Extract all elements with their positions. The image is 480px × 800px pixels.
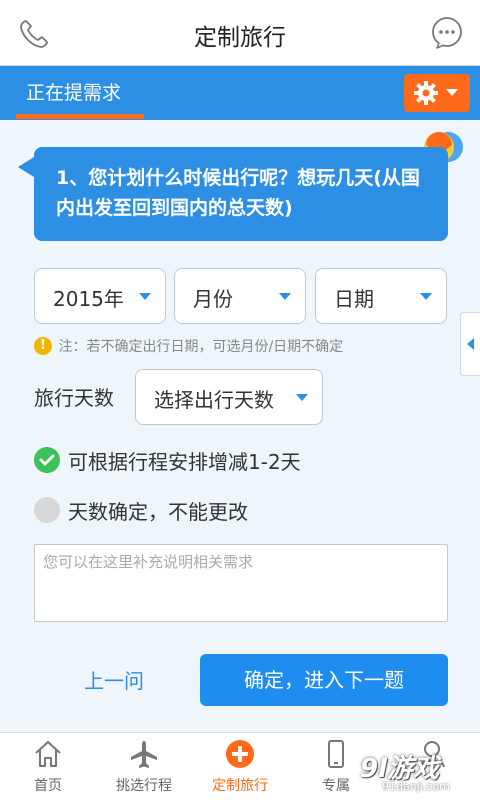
caret-down-icon [279,293,291,300]
month-select[interactable]: 月份 [174,268,306,324]
nav-label: 定制旅行 [212,778,268,794]
settings-dropdown-button[interactable] [404,74,470,112]
year-select-value: 2015年 [53,287,124,311]
option-flexible-days[interactable]: 可根据行程安排增减1-2天 [34,446,354,476]
option-fixed-days-label: 天数确定，不能更改 [68,500,248,524]
home-icon [35,741,61,767]
active-tab-indicator [16,114,144,119]
watermark-domain: 91danji.com [382,780,450,793]
chat-bubble-icon[interactable] [430,16,464,50]
site-watermark: 9l游戏 91danji.com [360,748,478,798]
travel-days-select[interactable]: 选择出行天数 [135,369,323,425]
chevron-down-icon [446,89,458,96]
date-note: ! 注：若不确定出行日期，可选月份/日期不确定 [34,336,343,356]
nav-item-custom-travel[interactable]: 定制旅行 [192,733,288,800]
caret-down-icon [420,293,432,300]
tab-bar: 正在提需求 [0,66,480,120]
date-note-text: 注：若不确定出行日期，可选月份/日期不确定 [58,339,344,355]
side-drawer-handle[interactable] [460,312,480,376]
question-text: 1、您计划什么时候出行呢？想玩几天(从国内出发至回到国内的总天数) [56,167,420,219]
travel-days-label: 旅行天数 [34,386,114,410]
remark-input[interactable] [34,544,448,622]
nav-item-routes[interactable]: 挑选行程 [96,733,192,800]
month-select-value: 月份 [193,287,233,311]
previous-question-link[interactable]: 上一问 [84,665,144,694]
page-title: 定制旅行 [194,25,286,51]
nav-label: 首页 [34,778,62,794]
gear-icon [414,81,438,105]
nav-item-home[interactable]: 首页 [0,733,96,800]
year-select[interactable]: 2015年 [34,268,166,324]
tab-submitting-request[interactable]: 正在提需求 [26,78,121,105]
confirm-next-button[interactable]: 确定，进入下一题 [200,654,448,706]
caret-down-icon [139,293,151,300]
app-header: 定制旅行 [0,0,480,66]
option-flexible-days-label: 可根据行程安排增减1-2天 [68,450,301,474]
caret-down-icon [296,394,308,401]
day-select[interactable]: 日期 [315,268,447,324]
chevron-left-icon [467,338,474,350]
warning-icon: ! [34,337,52,355]
airplane-icon [131,741,157,768]
bubble-tail [18,157,34,177]
travel-days-select-value: 选择出行天数 [154,388,274,412]
plus-circle-icon [226,740,254,768]
checked-radio-icon[interactable] [34,447,60,473]
phone-device-icon [328,740,344,768]
option-fixed-days[interactable]: 天数确定，不能更改 [34,496,314,526]
nav-label: 挑选行程 [116,778,172,794]
question-bubble: 1、您计划什么时候出行呢？想玩几天(从国内出发至回到国内的总天数) [34,147,448,241]
day-select-value: 日期 [334,287,374,311]
unchecked-radio-icon[interactable] [34,497,60,523]
